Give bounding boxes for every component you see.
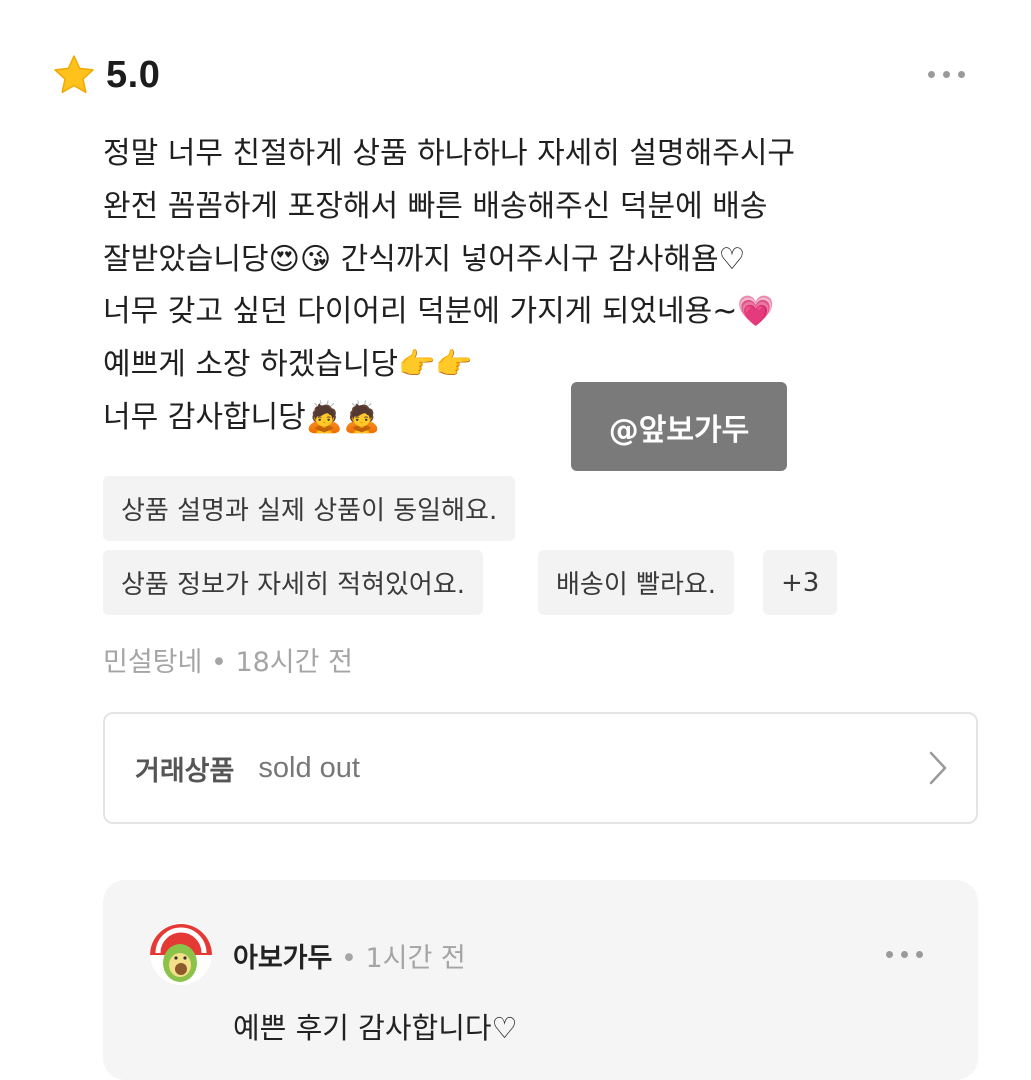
chevron-right-icon	[928, 750, 948, 790]
review-tag: 상품 설명과 실제 상품이 동일해요.	[103, 476, 516, 541]
deal-status: sold out	[258, 751, 360, 784]
star-icon	[52, 53, 96, 97]
review-meta: 민설탕네 • 18시간 전	[103, 647, 353, 678]
review-more-button[interactable]	[928, 71, 965, 78]
deal-label: 거래상품	[135, 755, 235, 787]
reply-author-line: 아보가두 • 1시간 전	[233, 936, 466, 975]
review-tag: 상품 정보가 자세히 적혀있어요.	[103, 550, 484, 615]
seller-reply: 아보가두 • 1시간 전 예쁜 후기 감사합니다♡	[103, 880, 978, 1080]
reply-time: • 1시간 전	[332, 943, 466, 974]
review-line: 예쁘게 소장 하겠습니당👉👉	[103, 347, 473, 383]
rating-value: 5.0	[106, 53, 161, 96]
review-line: 너무 감사합니당🙇🙇	[103, 399, 381, 435]
more-tags-button[interactable]: +3	[763, 550, 838, 615]
review-line: 완전 꼼꼼하게 포장해서 빠른 배송해주신 덕분에 배송	[103, 188, 768, 224]
reply-text: 예쁜 후기 감사합니다♡	[233, 1011, 518, 1045]
review-line: 잘받았습니당😍😘 간식까지 넣어주시구 감사해욤♡	[103, 241, 746, 277]
deal-item-card[interactable]: 거래상품 sold out	[103, 712, 978, 824]
watermark: @앞보가두	[571, 382, 787, 471]
avatar[interactable]	[150, 923, 212, 985]
review-tag: 배송이 빨라요.	[538, 550, 735, 615]
review-line: 너무 갖고 싶던 다이어리 덕분에 가지게 되었네용~💗	[103, 294, 775, 330]
more-options-icon	[886, 951, 893, 958]
review-line: 정말 너무 친절하게 상품 하나하나 자세히 설명해주시구	[103, 136, 796, 171]
reply-more-button[interactable]	[886, 951, 923, 958]
reply-author[interactable]: 아보가두	[233, 943, 332, 974]
more-options-icon	[928, 71, 935, 78]
review-header: 5.0	[52, 52, 160, 98]
review-text: 정말 너무 친절하게 상품 하나하나 자세히 설명해주시구 완전 꼼꼼하게 포장…	[103, 128, 923, 445]
